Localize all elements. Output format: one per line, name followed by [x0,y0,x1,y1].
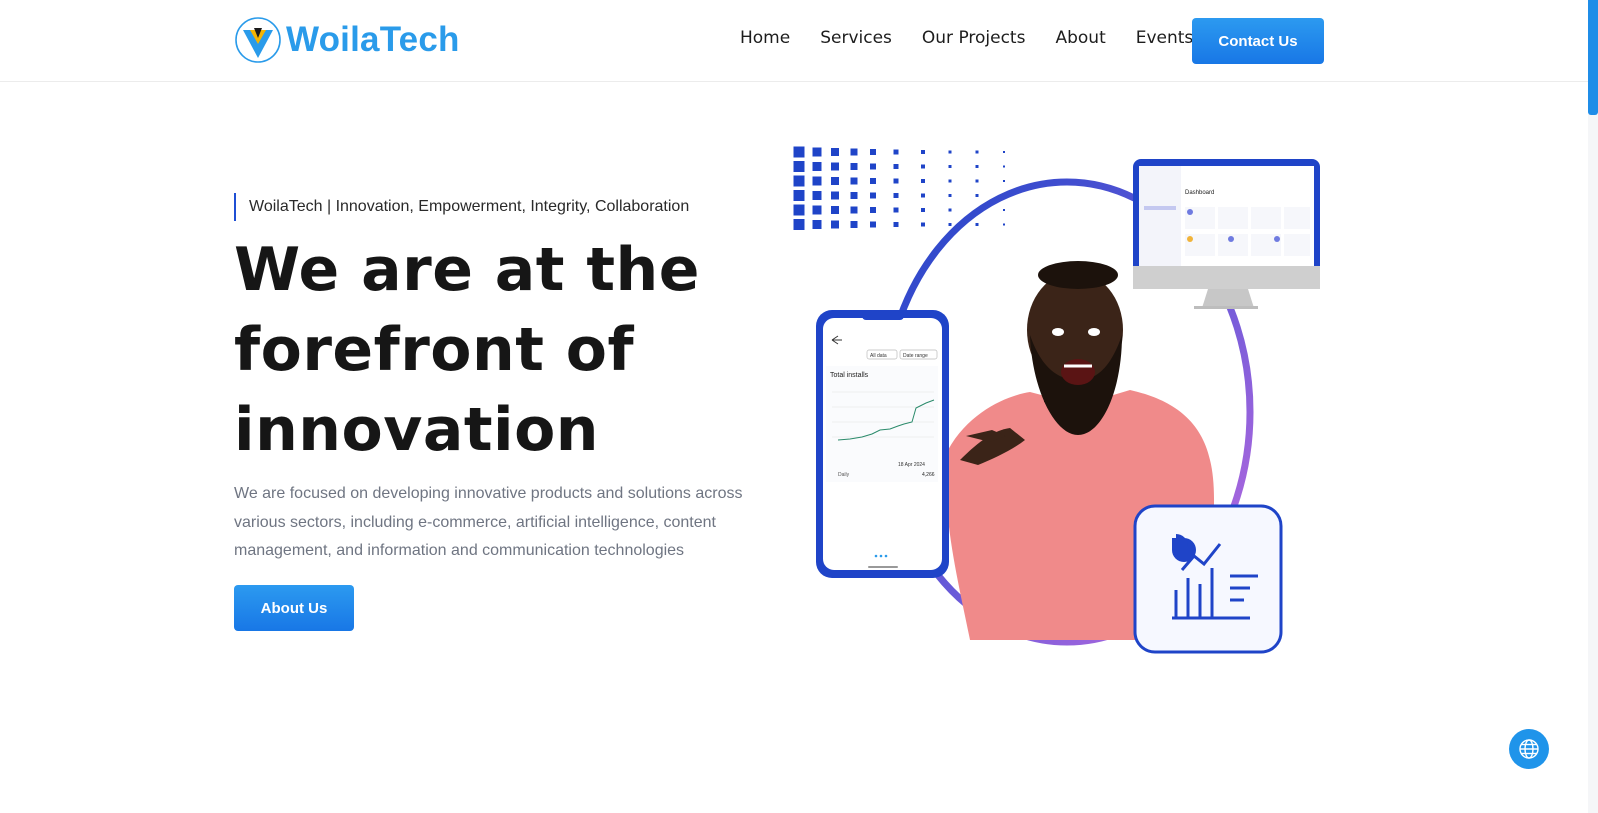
dot-square [948,223,952,226]
nav-home[interactable]: Home [740,28,790,48]
logo-icon [235,17,281,63]
headline-line-3: innovation [234,395,599,465]
dot-square [948,208,952,212]
dot-square [870,207,876,213]
globe-icon [1519,739,1539,759]
dot-square [812,191,822,200]
dot-square [812,220,822,229]
dot-square [793,219,805,230]
nav-about[interactable]: About [1055,28,1105,48]
phone-filter-all-data: All data [870,353,887,359]
dot-square [793,175,805,187]
dot-square [921,208,925,212]
monitor-page-title: Dashboard [1185,190,1214,196]
dot-square [948,194,952,197]
scrollbar-thumb[interactable] [1588,0,1598,115]
phone-date-label: 18 Apr 2024 [898,462,925,468]
dot-square [975,165,979,168]
site-header: WoilaTech Home Services Our Projects Abo… [0,0,1598,82]
dot-square [850,206,858,214]
dot-square [1003,151,1005,153]
logo-link[interactable]: WoilaTech [234,16,460,64]
analytics-card [1133,504,1283,654]
dot-square [870,178,876,184]
dot-square [1003,180,1005,182]
dot-square [921,179,925,183]
dot-square [975,150,979,154]
dot-square [921,164,925,169]
phone-value: 4,266 [922,472,935,478]
headline-line-2: forefront of [234,315,635,385]
phone-legend: Daily [838,472,850,478]
main-nav: Home Services Our Projects About Events [740,28,1223,48]
nav-services[interactable]: Services [820,28,892,48]
dot-square [975,223,979,226]
dot-square [850,163,858,170]
dot-square [793,146,805,158]
dot-square [850,177,858,185]
dot-square [831,191,839,200]
brand-name: WoilaTech [286,20,460,59]
dot-square [850,148,858,156]
dot-square [831,162,839,171]
hero-tagline: WoilaTech | Innovation, Empowerment, Int… [234,193,689,221]
dot-square [975,179,979,183]
language-globe-button[interactable] [1509,729,1549,769]
dot-square [893,193,899,198]
dot-square [893,164,899,169]
dot-square [948,150,952,154]
dot-square [975,194,979,197]
monitor-mockup: Dashboard [1133,159,1320,309]
dot-square [893,178,899,184]
dot-square [921,150,925,154]
scrollbar[interactable] [1588,0,1598,813]
dot-square [870,163,876,170]
dot-square [1003,209,1005,211]
contact-us-button[interactable]: Contact Us [1192,18,1324,64]
dot-square [812,162,822,171]
dot-square [893,149,899,155]
dot-square [831,177,839,185]
dot-square [831,206,839,214]
dot-square [812,205,822,215]
dot-square [850,192,858,199]
nav-our-projects[interactable]: Our Projects [922,28,1026,48]
hero-headline: We are at the forefront of innovation [234,230,794,470]
dot-square [870,149,876,155]
dot-square [870,221,876,228]
dot-square [1003,165,1005,168]
dot-square [893,207,899,213]
phone-card-title: Total installs [830,372,869,379]
dot-square [921,222,925,227]
phone-filter-date-range: Date range [903,353,928,359]
nav-events[interactable]: Events [1136,28,1194,48]
dot-square [870,192,876,199]
headline-line-1: We are at the [234,235,700,305]
dot-square [793,204,805,216]
dot-square [831,220,839,229]
dot-square [893,222,899,227]
hero-illustration: All data Date range Total installs 18 Ap… [793,146,1320,654]
about-us-button[interactable]: About Us [234,585,354,631]
dot-square [793,190,805,201]
dot-square [948,179,952,183]
dot-square [831,148,839,156]
dot-square [793,161,805,172]
dot-square [812,176,822,186]
dot-square [812,147,822,157]
dot-square [850,221,858,228]
hero-description: We are focused on developing innovative … [234,485,743,559]
phone-mockup: All data Date range Total installs 18 Ap… [816,310,949,578]
dot-square [921,193,925,198]
dot-square [1003,223,1005,226]
dot-square [948,165,952,168]
